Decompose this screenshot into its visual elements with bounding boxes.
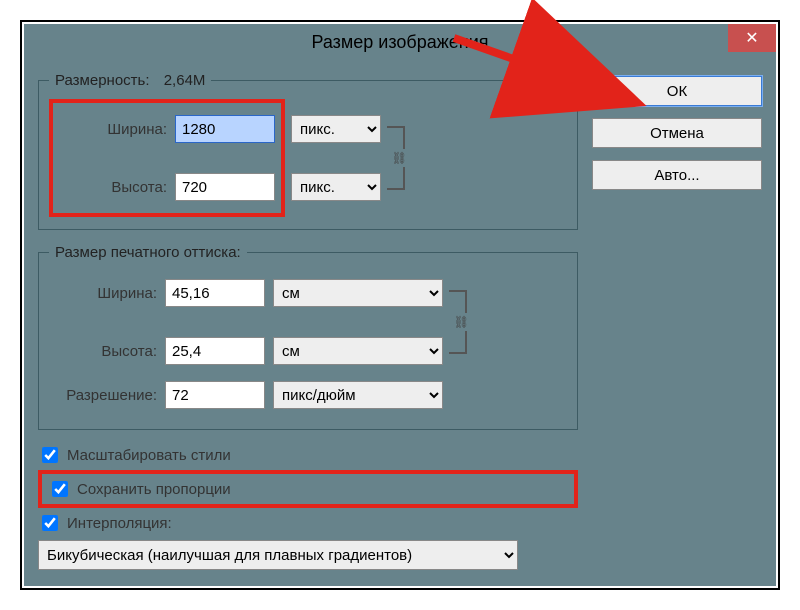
- constrain-proportions-row[interactable]: Сохранить пропорции: [48, 478, 568, 500]
- print-size-group: Размер печатного оттиска: Ширина: см Выс…: [38, 244, 578, 430]
- resolution-label: Разрешение:: [49, 387, 157, 404]
- interpolation-checkbox[interactable]: [42, 515, 58, 531]
- close-button[interactable]: ✕: [728, 24, 776, 52]
- constrain-proportions-label: Сохранить пропорции: [77, 481, 231, 498]
- scale-styles-row[interactable]: Масштабировать стили: [38, 444, 578, 466]
- titlebar: Размер изображения ✕: [24, 24, 776, 60]
- cancel-button[interactable]: Отмена: [592, 118, 762, 148]
- pixel-width-input[interactable]: [175, 115, 275, 143]
- print-height-unit-select[interactable]: см: [273, 337, 443, 365]
- pixel-link-bracket: ⛓: [387, 126, 405, 190]
- file-size: 2,64M: [164, 72, 206, 89]
- constrain-proportions-checkbox[interactable]: [52, 481, 68, 497]
- pixel-width-label: Ширина:: [59, 121, 167, 138]
- pixel-dimensions-group: Размерность: 2,64M Ширина: Высота:: [38, 72, 578, 230]
- auto-button[interactable]: Авто...: [592, 160, 762, 190]
- print-size-legend: Размер печатного оттиска:: [49, 244, 247, 261]
- interpolation-label: Интерполяция:: [67, 515, 172, 532]
- image-size-dialog: Размер изображения ✕ Размерность: 2,64M …: [24, 24, 776, 586]
- print-width-unit-select[interactable]: см: [273, 279, 443, 307]
- interpolation-method-select[interactable]: Бикубическая (наилучшая для плавных град…: [38, 540, 518, 570]
- close-icon: ✕: [745, 28, 758, 48]
- scale-styles-label: Масштабировать стили: [67, 447, 231, 464]
- chain-icon: ⛓: [390, 149, 407, 167]
- pixel-width-unit-select[interactable]: пикс.: [291, 115, 381, 143]
- resolution-unit-select[interactable]: пикс/дюйм: [273, 381, 443, 409]
- scale-styles-checkbox[interactable]: [42, 447, 58, 463]
- print-width-label: Ширина:: [49, 285, 157, 302]
- constrain-highlight: Сохранить пропорции: [38, 470, 578, 508]
- print-width-input[interactable]: [165, 279, 265, 307]
- print-link-bracket: ⛓: [449, 290, 467, 354]
- print-height-input[interactable]: [165, 337, 265, 365]
- pixel-wh-highlight: Ширина: Высота:: [49, 99, 285, 217]
- print-height-label: Высота:: [49, 343, 157, 360]
- dialog-title: Размер изображения: [311, 32, 488, 53]
- pixel-height-label: Высота:: [59, 179, 167, 196]
- interpolation-row[interactable]: Интерполяция:: [38, 512, 578, 534]
- chain-icon: ⛓: [452, 313, 469, 331]
- pixel-height-input[interactable]: [175, 173, 275, 201]
- pixel-height-unit-select[interactable]: пикс.: [291, 173, 381, 201]
- ok-button[interactable]: ОК: [592, 76, 762, 106]
- resolution-input[interactable]: [165, 381, 265, 409]
- options-checkboxes: Масштабировать стили Сохранить пропорции…: [38, 444, 578, 570]
- pixel-dimensions-legend: Размерность: 2,64M: [49, 72, 211, 89]
